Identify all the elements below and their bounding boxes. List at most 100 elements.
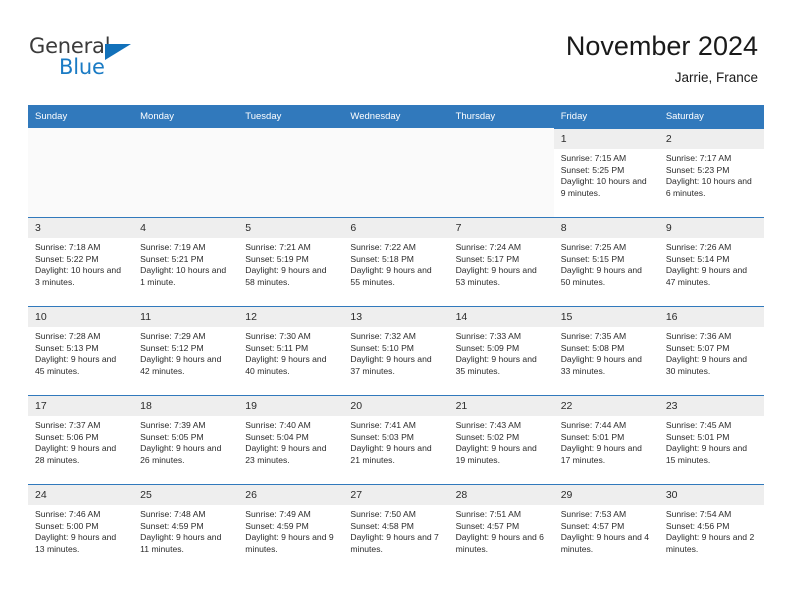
day-cell-2[interactable]: 2 Sunrise: 7:17 AM Sunset: 5:23 PM Daylight… bbox=[658, 128, 764, 217]
calendar-day-cell[interactable]: 20 Sunrise: 7:41 AM Sunset: 5:03 PM Dayligh… bbox=[343, 395, 449, 484]
sunrise-sunset-calendar: Sunday Monday Tuesday Wednesday Thursday… bbox=[28, 105, 764, 573]
empty-day bbox=[343, 128, 449, 217]
calendar-body: 1 Sunrise: 7:15 AM Sunset: 5:25 PM Daylight… bbox=[28, 128, 764, 573]
sunset-text: Sunset: 5:07 PM bbox=[665, 342, 730, 353]
sunrise-text: Sunrise: 7:26 AM bbox=[665, 242, 732, 252]
calendar-day-cell[interactable]: 19 Sunrise: 7:40 AM Sunset: 5:04 PM Dayligh… bbox=[238, 395, 344, 484]
day-number: 10 bbox=[28, 307, 134, 327]
day-cell-30[interactable]: 30 Sunrise: 7:54 AM Sunset: 4:56 PM Dayligh… bbox=[658, 484, 764, 573]
day-number: 24 bbox=[28, 485, 134, 505]
day-details: Sunrise: 7:19 AM Sunset: 5:21 PM Daylight:… bbox=[133, 238, 238, 288]
calendar-day-cell[interactable]: 16 Sunrise: 7:36 AM Sunset: 5:07 PM Dayligh… bbox=[658, 306, 764, 395]
sunset-text: Sunset: 5:01 PM bbox=[560, 431, 625, 442]
calendar-day-cell[interactable]: 12 Sunrise: 7:30 AM Sunset: 5:11 PM Dayligh… bbox=[238, 306, 344, 395]
calendar-day-cell[interactable]: 30 Sunrise: 7:54 AM Sunset: 4:56 PM Dayligh… bbox=[658, 484, 764, 573]
day-cell-8[interactable]: 8 Sunrise: 7:25 AM Sunset: 5:15 PM Daylight… bbox=[553, 217, 659, 306]
sunset-text: Sunset: 5:23 PM bbox=[665, 164, 730, 175]
day-number: 19 bbox=[238, 396, 344, 416]
day-cell-1[interactable]: 1 Sunrise: 7:15 AM Sunset: 5:25 PM Daylight… bbox=[553, 128, 659, 217]
calendar-day-cell[interactable]: 6 Sunrise: 7:22 AM Sunset: 5:18 PM Daylight… bbox=[343, 217, 449, 306]
sunset-text: Sunset: 4:56 PM bbox=[665, 520, 730, 531]
daylight-text: Daylight: 9 hours and 33 minutes. bbox=[560, 354, 642, 376]
day-number: 4 bbox=[133, 218, 239, 238]
calendar-day-cell[interactable]: 10 Sunrise: 7:28 AM Sunset: 5:13 PM Dayligh… bbox=[28, 306, 134, 395]
day-cell-13[interactable]: 13 Sunrise: 7:32 AM Sunset: 5:10 PM Dayligh… bbox=[343, 306, 449, 395]
day-details: Sunrise: 7:21 AM Sunset: 5:19 PM Daylight:… bbox=[238, 238, 343, 288]
day-cell-28[interactable]: 28 Sunrise: 7:51 AM Sunset: 4:57 PM Dayligh… bbox=[448, 484, 554, 573]
calendar-day-cell[interactable]: 15 Sunrise: 7:35 AM Sunset: 5:08 PM Dayligh… bbox=[553, 306, 659, 395]
daylight-text: Daylight: 9 hours and 11 minutes. bbox=[140, 532, 222, 554]
calendar-week-row: 3 Sunrise: 7:18 AM Sunset: 5:22 PM Daylight… bbox=[28, 217, 764, 306]
calendar-day-cell[interactable]: 23 Sunrise: 7:45 AM Sunset: 5:01 PM Dayligh… bbox=[658, 395, 764, 484]
calendar-day-cell[interactable]: 8 Sunrise: 7:25 AM Sunset: 5:15 PM Daylight… bbox=[553, 217, 659, 306]
day-cell-19[interactable]: 19 Sunrise: 7:40 AM Sunset: 5:04 PM Dayligh… bbox=[238, 395, 344, 484]
calendar-day-cell[interactable]: 29 Sunrise: 7:53 AM Sunset: 4:57 PM Dayligh… bbox=[553, 484, 659, 573]
day-number: 9 bbox=[658, 218, 764, 238]
day-cell-5[interactable]: 5 Sunrise: 7:21 AM Sunset: 5:19 PM Daylight… bbox=[238, 217, 344, 306]
calendar-day-cell[interactable]: 21 Sunrise: 7:43 AM Sunset: 5:02 PM Dayligh… bbox=[448, 395, 554, 484]
day-cell-11[interactable]: 11 Sunrise: 7:29 AM Sunset: 5:12 PM Dayligh… bbox=[133, 306, 239, 395]
calendar-day-cell[interactable]: 7 Sunrise: 7:24 AM Sunset: 5:17 PM Daylight… bbox=[448, 217, 554, 306]
day-cell-14[interactable]: 14 Sunrise: 7:33 AM Sunset: 5:09 PM Dayligh… bbox=[448, 306, 554, 395]
day-number: 22 bbox=[553, 396, 659, 416]
calendar-day-cell[interactable]: 4 Sunrise: 7:19 AM Sunset: 5:21 PM Daylight… bbox=[133, 217, 239, 306]
sunrise-text: Sunrise: 7:39 AM bbox=[140, 420, 206, 430]
day-cell-3[interactable]: 3 Sunrise: 7:18 AM Sunset: 5:22 PM Daylight… bbox=[28, 217, 134, 306]
day-cell-6[interactable]: 6 Sunrise: 7:22 AM Sunset: 5:18 PM Daylight… bbox=[343, 217, 449, 306]
sunset-text: Sunset: 5:21 PM bbox=[140, 253, 204, 264]
weekday-header-saturday: Saturday bbox=[658, 105, 764, 128]
day-cell-23[interactable]: 23 Sunrise: 7:45 AM Sunset: 5:01 PM Dayligh… bbox=[658, 395, 764, 484]
title-block: November 2024 Jarrie, France bbox=[566, 30, 758, 87]
calendar-day-cell[interactable]: 11 Sunrise: 7:29 AM Sunset: 5:12 PM Dayligh… bbox=[133, 306, 239, 395]
sunset-text: Sunset: 4:58 PM bbox=[350, 520, 414, 531]
calendar-day-cell[interactable]: 13 Sunrise: 7:32 AM Sunset: 5:10 PM Dayligh… bbox=[343, 306, 449, 395]
calendar-day-cell[interactable]: 25 Sunrise: 7:48 AM Sunset: 4:59 PM Dayligh… bbox=[133, 484, 239, 573]
calendar-day-cell[interactable]: 3 Sunrise: 7:18 AM Sunset: 5:22 PM Daylight… bbox=[28, 217, 134, 306]
day-cell-15[interactable]: 15 Sunrise: 7:35 AM Sunset: 5:08 PM Dayligh… bbox=[553, 306, 659, 395]
calendar-day-cell[interactable]: 1 Sunrise: 7:15 AM Sunset: 5:25 PM Daylight… bbox=[553, 128, 659, 217]
day-cell-12[interactable]: 12 Sunrise: 7:30 AM Sunset: 5:11 PM Dayligh… bbox=[238, 306, 344, 395]
day-cell-4[interactable]: 4 Sunrise: 7:19 AM Sunset: 5:21 PM Daylight… bbox=[133, 217, 239, 306]
day-number: 12 bbox=[238, 307, 344, 327]
calendar-day-cell[interactable]: 9 Sunrise: 7:26 AM Sunset: 5:14 PM Daylight… bbox=[658, 217, 764, 306]
day-cell-21[interactable]: 21 Sunrise: 7:43 AM Sunset: 5:02 PM Dayligh… bbox=[448, 395, 554, 484]
weekday-header-monday: Monday bbox=[133, 105, 239, 128]
calendar-day-cell[interactable]: 18 Sunrise: 7:39 AM Sunset: 5:05 PM Dayligh… bbox=[133, 395, 239, 484]
calendar-day-cell[interactable]: 24 Sunrise: 7:46 AM Sunset: 5:00 PM Dayligh… bbox=[28, 484, 134, 573]
day-cell-22[interactable]: 22 Sunrise: 7:44 AM Sunset: 5:01 PM Dayligh… bbox=[553, 395, 659, 484]
sunrise-text: Sunrise: 7:18 AM bbox=[35, 242, 101, 252]
day-cell-27[interactable]: 27 Sunrise: 7:50 AM Sunset: 4:58 PM Dayligh… bbox=[343, 484, 449, 573]
calendar-day-cell[interactable]: 17 Sunrise: 7:37 AM Sunset: 5:06 PM Dayligh… bbox=[28, 395, 134, 484]
page-header: General Blue November 2024 Jarrie, Franc… bbox=[0, 0, 792, 104]
day-cell-20[interactable]: 20 Sunrise: 7:41 AM Sunset: 5:03 PM Dayligh… bbox=[343, 395, 449, 484]
calendar-day-cell[interactable]: 27 Sunrise: 7:50 AM Sunset: 4:58 PM Dayligh… bbox=[343, 484, 449, 573]
calendar-day-cell[interactable]: 5 Sunrise: 7:21 AM Sunset: 5:19 PM Daylight… bbox=[238, 217, 344, 306]
sunrise-text: Sunrise: 7:15 AM bbox=[560, 153, 627, 163]
day-details: Sunrise: 7:54 AM Sunset: 4:56 PM Daylight:… bbox=[659, 505, 764, 555]
calendar-day-cell-empty bbox=[28, 128, 134, 217]
day-cell-26[interactable]: 26 Sunrise: 7:49 AM Sunset: 4:59 PM Dayligh… bbox=[238, 484, 344, 573]
day-number: 7 bbox=[448, 218, 554, 238]
calendar-weekday-header-row: Sunday Monday Tuesday Wednesday Thursday… bbox=[28, 105, 764, 128]
daylight-text: Daylight: 9 hours and 37 minutes. bbox=[350, 354, 432, 376]
general-blue-logo[interactable]: General Blue bbox=[29, 34, 169, 84]
sunset-text: Sunset: 5:19 PM bbox=[245, 253, 309, 264]
sunset-text: Sunset: 5:15 PM bbox=[560, 253, 625, 264]
day-cell-7[interactable]: 7 Sunrise: 7:24 AM Sunset: 5:17 PM Daylight… bbox=[448, 217, 554, 306]
sunset-text: Sunset: 5:00 PM bbox=[35, 520, 99, 531]
daylight-text: Daylight: 9 hours and 6 minutes. bbox=[455, 532, 544, 554]
day-cell-17[interactable]: 17 Sunrise: 7:37 AM Sunset: 5:06 PM Dayligh… bbox=[28, 395, 134, 484]
calendar-day-cell[interactable]: 2 Sunrise: 7:17 AM Sunset: 5:23 PM Daylight… bbox=[658, 128, 764, 217]
day-cell-16[interactable]: 16 Sunrise: 7:36 AM Sunset: 5:07 PM Dayligh… bbox=[658, 306, 764, 395]
day-cell-9[interactable]: 9 Sunrise: 7:26 AM Sunset: 5:14 PM Daylight… bbox=[658, 217, 764, 306]
day-cell-25[interactable]: 25 Sunrise: 7:48 AM Sunset: 4:59 PM Dayligh… bbox=[133, 484, 239, 573]
day-cell-10[interactable]: 10 Sunrise: 7:28 AM Sunset: 5:13 PM Dayligh… bbox=[28, 306, 134, 395]
calendar-day-cell[interactable]: 14 Sunrise: 7:33 AM Sunset: 5:09 PM Dayligh… bbox=[448, 306, 554, 395]
day-cell-29[interactable]: 29 Sunrise: 7:53 AM Sunset: 4:57 PM Dayligh… bbox=[553, 484, 659, 573]
calendar-day-cell[interactable]: 22 Sunrise: 7:44 AM Sunset: 5:01 PM Dayligh… bbox=[553, 395, 659, 484]
daylight-text: Daylight: 9 hours and 53 minutes. bbox=[455, 265, 537, 287]
calendar-day-cell[interactable]: 28 Sunrise: 7:51 AM Sunset: 4:57 PM Dayligh… bbox=[448, 484, 554, 573]
day-cell-24[interactable]: 24 Sunrise: 7:46 AM Sunset: 5:00 PM Dayligh… bbox=[28, 484, 134, 573]
calendar-day-cell[interactable]: 26 Sunrise: 7:49 AM Sunset: 4:59 PM Dayligh… bbox=[238, 484, 344, 573]
day-cell-18[interactable]: 18 Sunrise: 7:39 AM Sunset: 5:05 PM Dayligh… bbox=[133, 395, 239, 484]
